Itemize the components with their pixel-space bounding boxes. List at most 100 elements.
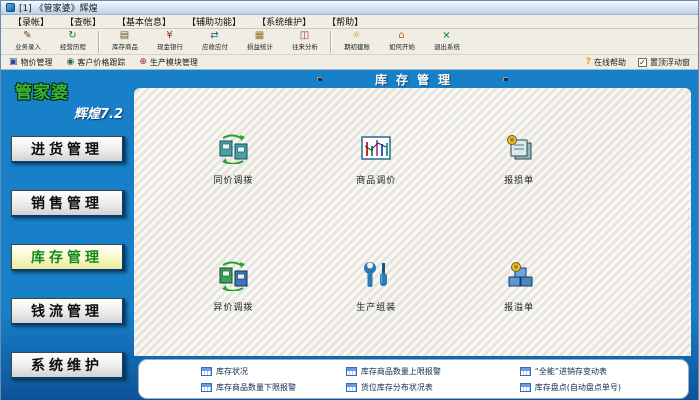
link-upper-limit-alert[interactable]: 库存商品数量上限报警 [346,366,520,377]
module-label: 同价调拨 [213,173,253,186]
overflow-report-icon: ¥ [501,261,537,295]
main-area: 库存管理 [131,70,698,400]
float-window-toggle[interactable]: ✓ 置顶浮动窗 [638,57,690,68]
menu-aux-function[interactable]: 【辅助功能】 [187,15,241,28]
loss-report-icon: ¥ [501,134,537,168]
sidebar-item-inventory[interactable]: 库存管理 [11,244,125,271]
link-stocktake[interactable]: 库存盘点(自动盘点单号) [520,382,684,393]
menubar: 【录帐】 【查帐】 【基本信息】 【辅助功能】 【系统维护】 【帮助】 [1,15,698,29]
toolbar-separator [98,31,99,53]
toolbar-receivable-payable[interactable]: ⇄ 应收应付 [192,30,237,52]
sidebar: 管家婆 辉煌7.2 进货管理 销售管理 库存管理 钱流管理 系统维护 [9,70,131,400]
price-management-icon: ▣ [9,57,18,67]
toolbar-transaction-analysis[interactable]: ◫ 往来分析 [282,30,327,52]
menu-basic-info[interactable]: 【基本信息】 [117,15,171,28]
module-same-price-transfer[interactable]: 同价调拨 [162,96,305,223]
module-overflow-report[interactable]: ¥ 报溢单 [448,223,591,350]
toolbar-label: 客户价格跟踪 [77,57,125,68]
transaction-analysis-icon: ◫ [300,30,309,42]
menu-sys-maintain[interactable]: 【系统维护】 [257,15,311,28]
sidebar-item-sales[interactable]: 销售管理 [11,190,125,217]
link-location-distribution[interactable]: 货位库存分布状况表 [346,382,520,393]
module-production-assembly[interactable]: 生产组装 [305,223,448,350]
toolbar-cash-bank[interactable]: ¥ 现金银行 [147,30,192,52]
toolbar-production-module[interactable]: ⊕ 生产模块管理 [139,57,198,68]
menu-record[interactable]: 【录帐】 [13,15,49,28]
sidebar-item-cashflow[interactable]: 钱流管理 [11,298,125,325]
cash-bank-icon: ¥ [166,30,172,42]
module-label: 报损单 [504,173,534,186]
online-help-button[interactable]: ? 在线帮助 [586,57,626,68]
toolbar-customer-price-track[interactable]: ◉ 客户价格跟踪 [67,57,126,68]
main-toolbar: ✎ 业务录入 ↻ 经营历程 ▤ 库存商品 ¥ 现金银行 ⇄ 应收应付 ▦ 损益统… [1,29,698,55]
link-label: “全能”进销存变动表 [535,366,607,377]
app-logo: 管家婆 辉煌7.2 [15,78,123,122]
link-label: 库存商品数量下限报警 [216,382,296,393]
exit-system-icon: × [442,30,450,42]
toolbar-label: 损益统计 [247,42,273,51]
link-label: 库存状况 [216,366,248,377]
logo-version-text: 辉煌7.2 [15,103,123,122]
module-label: 商品调价 [356,173,396,186]
link-inventory-status[interactable]: 库存状况 [201,366,346,377]
toolbar-stock-goods[interactable]: ▤ 库存商品 [102,30,147,52]
logo-brand-text: 管家婆 [15,78,123,103]
toolbar-label: 经营历程 [60,42,86,51]
toolbar-initial-setup[interactable]: ☼ 期初建账 [334,30,379,52]
online-help-label: 在线帮助 [594,57,626,68]
table-icon [520,367,531,376]
stock-goods-icon: ▤ [120,30,129,42]
same-price-transfer-icon [215,134,251,168]
link-lower-limit-alert[interactable]: 库存商品数量下限报警 [201,382,346,393]
link-almighty-change-table[interactable]: “全能”进销存变动表 [520,366,684,377]
header-dot-icon [317,77,322,81]
receivable-payable-icon: ⇄ [210,30,218,42]
svg-text:¥: ¥ [510,136,515,144]
page-header-band: 库存管理 [134,70,691,88]
how-to-start-icon: ⌂ [398,30,404,42]
module-loss-report[interactable]: ¥ 报损单 [448,96,591,223]
toolbar-exit-system[interactable]: × 退出系统 [424,30,469,52]
toolbar-how-to-start[interactable]: ⌂ 如何开始 [379,30,424,52]
module-label: 生产组装 [356,300,396,313]
toolbar-label: 往来分析 [292,42,318,51]
toolbar-right-group: ? 在线帮助 ✓ 置顶浮动窗 [586,57,690,68]
float-window-label: 置顶浮动窗 [650,57,690,68]
svg-text:¥: ¥ [514,263,519,271]
module-diff-price-transfer[interactable]: 异价调拨 [162,223,305,350]
link-label: 库存商品数量上限报警 [361,366,441,377]
app-window: [1] 《管家婆》辉煌 【录帐】 【查帐】 【基本信息】 【辅助功能】 【系统维… [0,0,699,400]
module-goods-price-adjust[interactable]: 商品调价 [305,96,448,223]
toolbar-label: 退出系统 [434,42,460,51]
production-assembly-icon [358,261,394,295]
content-area: 管家婆 辉煌7.2 进货管理 销售管理 库存管理 钱流管理 系统维护 库存管理 [1,70,698,400]
menu-query[interactable]: 【查帐】 [65,15,101,28]
secondary-toolbar: ▣ 物价管理 ◉ 客户价格跟踪 ⊕ 生产模块管理 ? 在线帮助 ✓ 置顶浮动窗 [1,55,698,70]
question-mark-icon: ? [586,57,591,67]
toolbar-label: 物价管理 [21,57,53,68]
profit-loss-icon: ▦ [255,30,264,42]
table-icon [201,383,212,392]
table-icon [520,383,531,392]
toolbar-business-entry[interactable]: ✎ 业务录入 [5,30,50,52]
initial-setup-icon: ☼ [352,30,361,42]
toolbar-label: 应收应付 [202,42,228,51]
toolbar-price-management[interactable]: ▣ 物价管理 [9,57,53,68]
table-icon [346,367,357,376]
module-label: 报溢单 [504,300,534,313]
goods-price-adjust-icon [358,134,394,168]
module-label: 异价调拨 [213,300,253,313]
customer-price-track-icon: ◉ [67,57,75,67]
titlebar: [1] 《管家婆》辉煌 [1,1,698,15]
app-icon [6,3,15,12]
table-icon [346,383,357,392]
toolbar-business-history[interactable]: ↻ 经营历程 [50,30,95,52]
sidebar-item-maintenance[interactable]: 系统维护 [11,352,125,379]
toolbar-profit-loss[interactable]: ▦ 损益统计 [237,30,282,52]
business-entry-icon: ✎ [23,30,31,42]
menu-help[interactable]: 【帮助】 [327,15,363,28]
toolbar-label: 现金银行 [157,42,183,51]
sidebar-item-purchase[interactable]: 进货管理 [11,136,125,163]
toolbar-label: 期初建账 [344,42,370,51]
float-window-checkbox[interactable]: ✓ [638,58,647,67]
